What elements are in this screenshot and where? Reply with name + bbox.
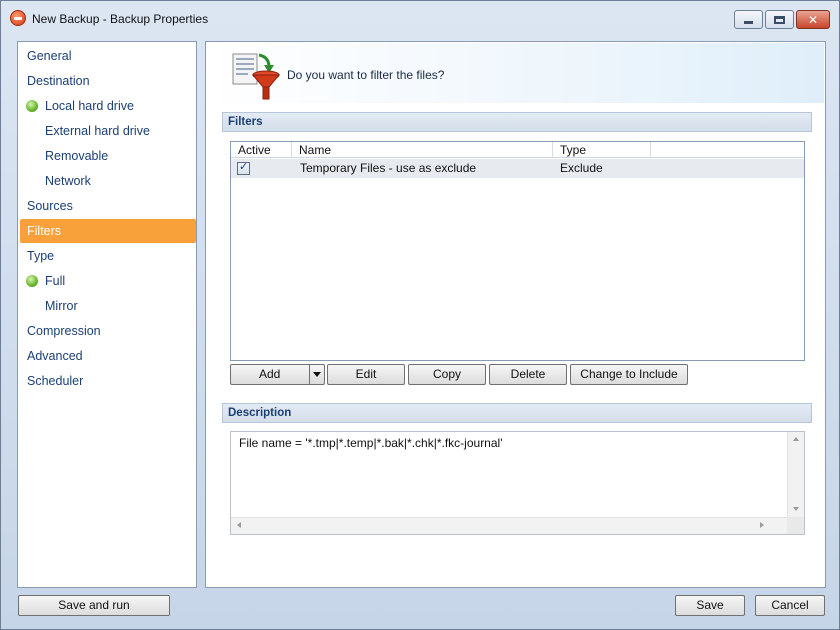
close-icon: ✕ bbox=[807, 12, 819, 27]
description-section-header: Description bbox=[222, 403, 812, 423]
sidebar-item-destination[interactable]: Destination bbox=[20, 69, 196, 93]
scroll-left-arrow-icon[interactable] bbox=[237, 522, 241, 528]
sidebar-item-sources[interactable]: Sources bbox=[20, 194, 196, 218]
sidebar-item-compression[interactable]: Compression bbox=[20, 319, 196, 343]
filters-grid[interactable]: Active Name Type Temporary Files - use a… bbox=[230, 141, 805, 361]
description-text: File name = '*.tmp|*.temp|*.bak|*.chk|*.… bbox=[239, 436, 503, 450]
minimize-icon bbox=[744, 21, 753, 24]
horizontal-scrollbar[interactable] bbox=[231, 517, 787, 534]
sidebar-item-label: Removable bbox=[45, 149, 109, 163]
sidebar-item-removable[interactable]: Removable bbox=[20, 144, 196, 168]
column-header-active[interactable]: Active bbox=[231, 142, 292, 158]
sidebar-item-label: Compression bbox=[27, 324, 101, 338]
sidebar-item-label: Destination bbox=[27, 74, 90, 88]
sidebar-item-mirror[interactable]: Mirror bbox=[20, 294, 196, 318]
sidebar-item-label: Sources bbox=[27, 199, 73, 213]
filters-section-header: Filters bbox=[222, 112, 812, 132]
change-to-include-button[interactable]: Change to Include bbox=[570, 364, 688, 385]
add-button-label: Add bbox=[259, 367, 281, 381]
backup-properties-window: New Backup - Backup Properties ✕ General… bbox=[0, 0, 840, 630]
title-bar[interactable]: New Backup - Backup Properties ✕ bbox=[1, 1, 839, 37]
sidebar-item-label: General bbox=[27, 49, 72, 63]
save-and-run-button[interactable]: Save and run bbox=[18, 595, 170, 616]
sidebar-item-label: Mirror bbox=[45, 299, 78, 313]
page-question: Do you want to filter the files? bbox=[287, 68, 445, 82]
copy-button[interactable]: Copy bbox=[408, 364, 486, 385]
sidebar-item-full[interactable]: Full bbox=[20, 269, 196, 293]
sidebar-item-external-hard-drive[interactable]: External hard drive bbox=[20, 119, 196, 143]
filter-funnel-icon bbox=[232, 53, 281, 100]
table-row[interactable]: Temporary Files - use as exclude Exclude bbox=[231, 159, 804, 178]
selected-option-bullet-icon bbox=[26, 275, 38, 287]
sidebar-item-network[interactable]: Network bbox=[20, 169, 196, 193]
sidebar-item-label: Full bbox=[45, 274, 66, 288]
window-title: New Backup - Backup Properties bbox=[32, 12, 209, 26]
page-header: Do you want to filter the files? bbox=[207, 43, 824, 103]
scroll-right-arrow-icon[interactable] bbox=[760, 522, 764, 528]
add-dropdown-arrow-icon[interactable] bbox=[309, 365, 324, 384]
delete-button[interactable]: Delete bbox=[489, 364, 567, 385]
sidebar-item-label: Local hard drive bbox=[45, 99, 134, 113]
sidebar-item-label: Advanced bbox=[27, 349, 83, 363]
sidebar-item-type[interactable]: Type bbox=[20, 244, 196, 268]
sidebar-item-general[interactable]: General bbox=[20, 44, 196, 68]
column-header-name[interactable]: Name bbox=[292, 142, 553, 158]
maximize-button[interactable] bbox=[765, 10, 794, 29]
filters-panel: Do you want to filter the files? Filters… bbox=[205, 41, 826, 588]
properties-sidebar: General Destination Local hard drive Ext… bbox=[17, 41, 197, 588]
edit-button[interactable]: Edit bbox=[327, 364, 405, 385]
app-logo-icon bbox=[10, 10, 26, 26]
cancel-button[interactable]: Cancel bbox=[755, 595, 825, 616]
vertical-scrollbar[interactable] bbox=[787, 432, 804, 518]
grid-header: Active Name Type bbox=[231, 142, 804, 158]
sidebar-item-scheduler[interactable]: Scheduler bbox=[20, 369, 196, 393]
sidebar-item-advanced[interactable]: Advanced bbox=[20, 344, 196, 368]
scrollbar-corner bbox=[787, 517, 804, 534]
active-checkbox[interactable] bbox=[237, 160, 250, 175]
filter-type-cell: Exclude bbox=[560, 161, 603, 175]
save-button[interactable]: Save bbox=[675, 595, 745, 616]
sidebar-item-local-hard-drive[interactable]: Local hard drive bbox=[20, 94, 196, 118]
sidebar-item-label: Filters bbox=[27, 224, 62, 238]
selected-option-bullet-icon bbox=[26, 100, 38, 112]
column-header-type[interactable]: Type bbox=[553, 142, 651, 158]
sidebar-item-label: External hard drive bbox=[45, 124, 150, 138]
close-button[interactable]: ✕ bbox=[796, 10, 830, 29]
sidebar-item-filters[interactable]: Filters bbox=[20, 219, 196, 243]
sidebar-item-label: Network bbox=[45, 174, 91, 188]
sidebar-item-label: Type bbox=[27, 249, 55, 263]
description-textbox[interactable]: File name = '*.tmp|*.temp|*.bak|*.chk|*.… bbox=[230, 431, 805, 535]
scroll-up-arrow-icon[interactable] bbox=[793, 437, 799, 441]
add-button[interactable]: Add bbox=[230, 364, 325, 385]
maximize-icon bbox=[774, 15, 785, 24]
scroll-down-arrow-icon[interactable] bbox=[793, 507, 799, 511]
minimize-button[interactable] bbox=[734, 10, 763, 29]
filter-name-cell: Temporary Files - use as exclude bbox=[300, 161, 477, 175]
sidebar-item-label: Scheduler bbox=[27, 374, 84, 388]
